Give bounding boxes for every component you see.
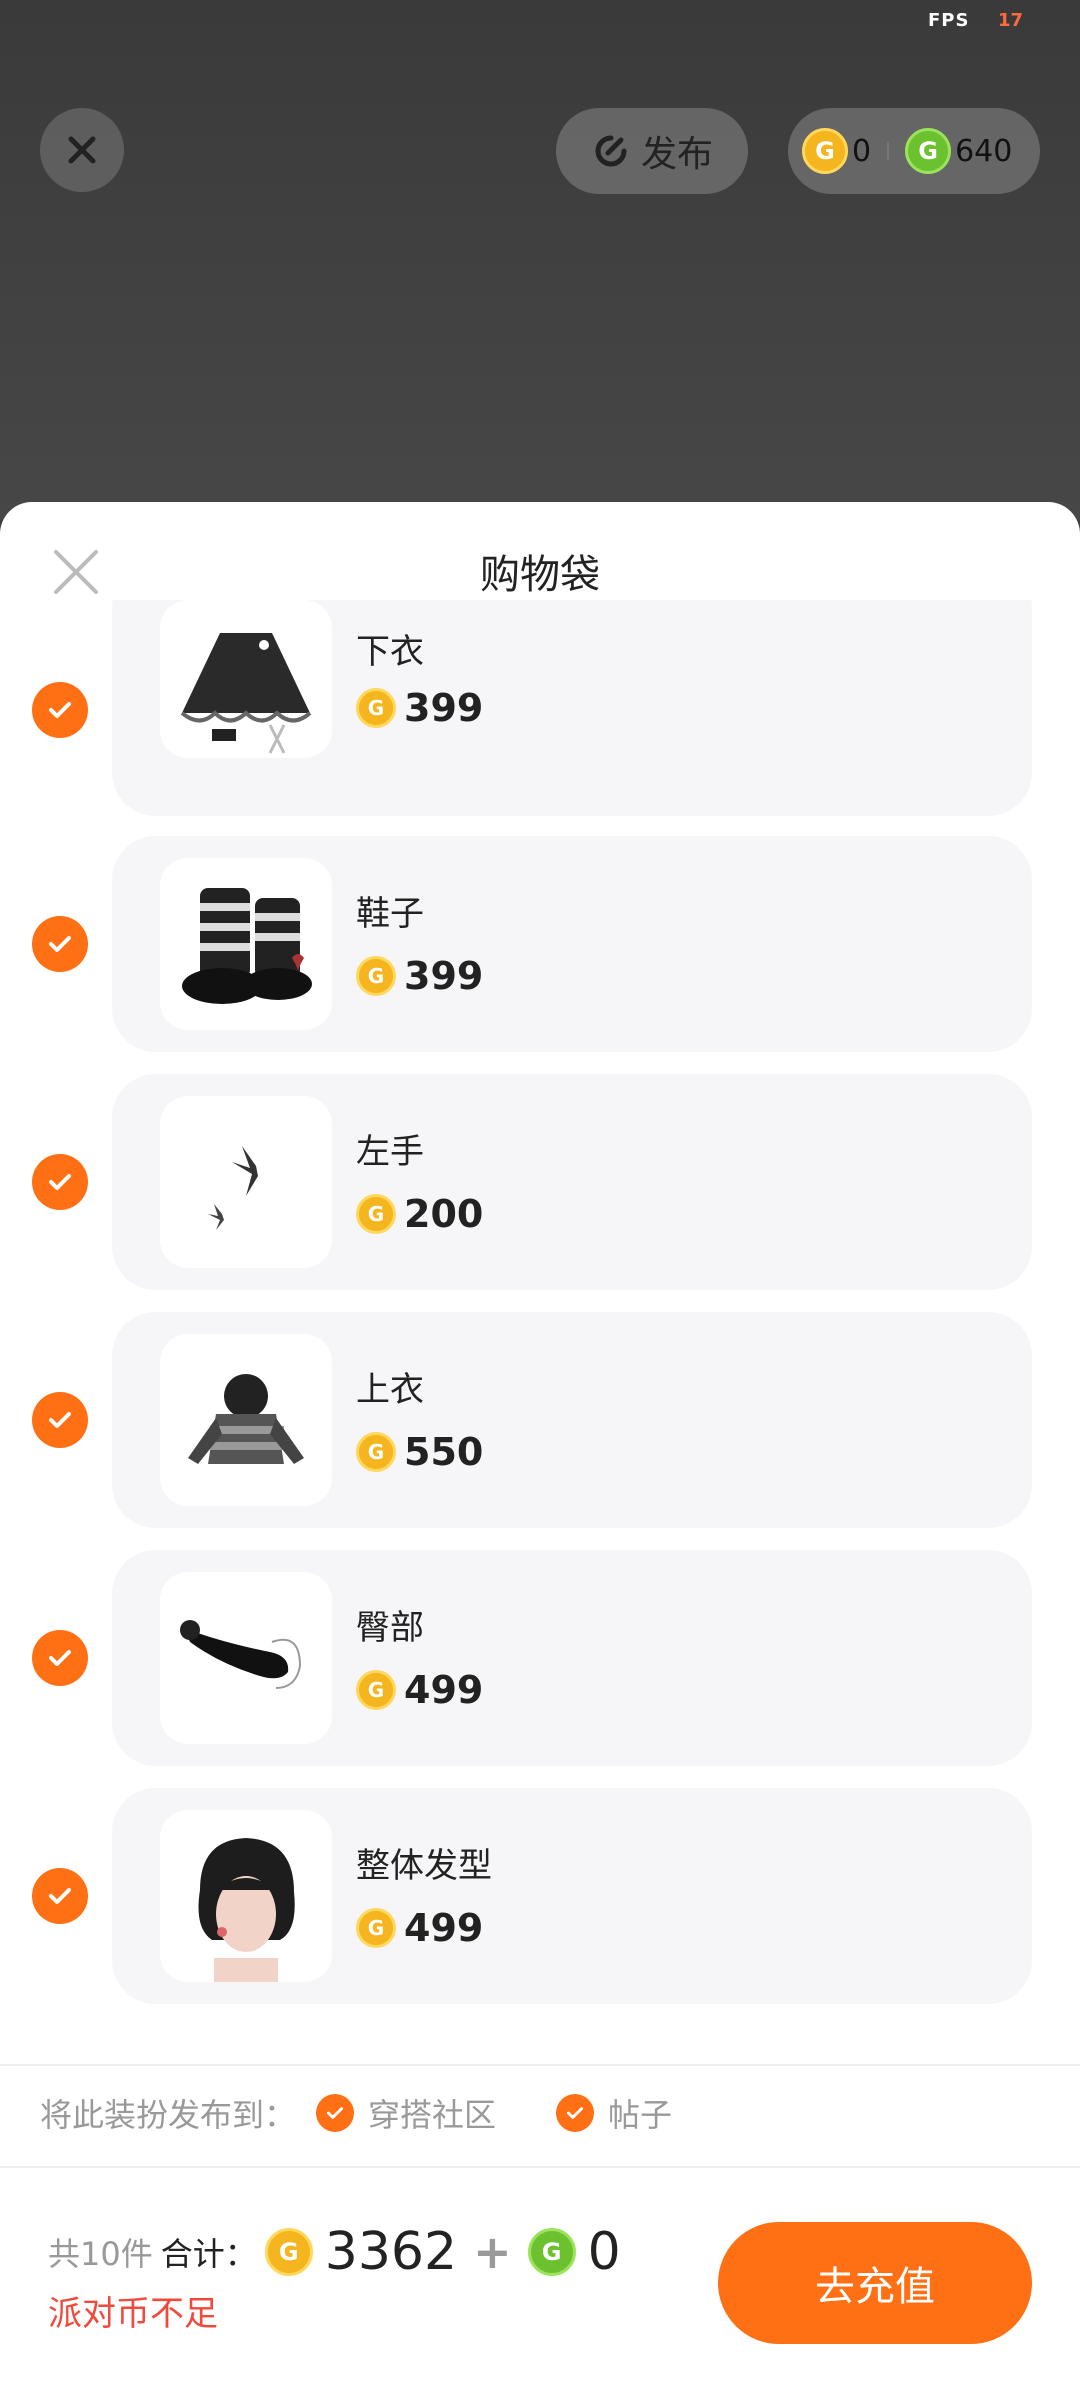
item-thumbnail [160,600,332,758]
item-name: 下衣 [356,632,424,672]
item-name: 鞋子 [356,894,424,934]
item-price: G 399 [356,686,483,730]
option-checkbox[interactable] [556,2094,595,2132]
check-icon [49,936,71,952]
item-price-value: 499 [404,1906,484,1950]
item-checkbox[interactable] [32,1154,88,1210]
item-name: 整体发型 [356,1846,492,1886]
item-price: G 499 [356,1906,483,1950]
item-price: G 550 [356,1430,483,1474]
fps-label: FPS [928,10,970,31]
publish-icon [595,135,627,167]
check-icon [326,2107,344,2119]
item-thumbnail [160,1096,332,1268]
gold-coin-icon: G [356,1670,396,1710]
skirt-image [180,633,312,754]
recharge-button[interactable]: 去充值 [718,2222,1032,2344]
gold-total: 3362 [324,2222,458,2282]
item-checkbox[interactable] [32,916,88,972]
item-price-value: 399 [404,954,484,998]
item-card[interactable]: 臀部 G 499 [112,1550,1032,1766]
green-balance: 640 [955,133,1013,169]
publish-to-row: 将此装扮发布到： 穿搭社区 帖子 [40,2090,672,2136]
item-price: G 499 [356,1668,483,1712]
check-icon [49,1412,71,1428]
wallet-balance[interactable]: G 0 G 640 [788,108,1040,194]
check-icon [49,1650,71,1666]
item-thumbnail [160,1334,332,1506]
gold-coin-icon: G [356,1432,396,1472]
item-card[interactable]: 左手 G 200 [112,1074,1032,1290]
publish-to-label: 将此装扮发布到： [40,2096,297,2134]
cart-item: 上衣 G 550 [0,1312,1080,1528]
wallet-divider [887,142,890,160]
item-name: 臀部 [356,1608,424,1648]
hairstyle-image [198,1838,295,1982]
item-checkbox[interactable] [32,1630,88,1686]
item-count: 共10件 [48,2235,153,2273]
item-price-value: 200 [404,1192,484,1236]
butterflies-image [208,1146,258,1230]
sheet-title: 购物袋 [480,552,600,598]
publish-option-community[interactable]: 穿搭社区 [316,2090,496,2136]
gold-coin-icon: G [802,128,848,174]
item-price: G 200 [356,1192,483,1236]
total-label: 合计： [160,2235,257,2273]
cart-item: 臀部 G 499 [0,1550,1080,1766]
gold-coin-icon: G [356,1908,396,1948]
tail-image [180,1620,302,1689]
cart-item: 整体发型 G 499 [0,1788,1080,2004]
item-price-value: 399 [404,686,484,730]
gold-coin-icon: G [264,2228,313,2276]
option-checkbox[interactable] [316,2094,355,2132]
item-card[interactable]: 整体发型 G 499 [112,1788,1032,2004]
boots-image [182,888,312,1004]
avatar-preview-background [0,0,1080,520]
cart-item: 鞋子 G 399 [0,836,1080,1052]
close-button[interactable] [40,108,124,192]
item-price-value: 499 [404,1668,484,1712]
green-coin-icon: G [527,2228,576,2276]
gold-coin-icon: G [356,688,396,728]
green-coin-icon: G [905,128,952,174]
close-icon [68,136,96,164]
item-name: 上衣 [356,1370,424,1410]
item-name: 左手 [356,1132,424,1172]
plus-sign: + [473,2225,512,2279]
check-icon [49,1888,71,1904]
insufficient-coins-warning: 派对币不足 [48,2294,218,2334]
item-checkbox[interactable] [32,1392,88,1448]
gold-balance: 0 [852,133,872,169]
item-price-value: 550 [404,1430,484,1474]
check-icon [566,2107,584,2119]
checkout-summary: 共10件 合计： G 3362 + G 0 派对币不足 [48,2222,621,2335]
gold-coin-icon: G [356,1194,396,1234]
cart-item: 下衣 G 399 [0,600,1080,816]
publish-label: 发布 [640,134,713,175]
publish-button[interactable]: 发布 [556,108,748,194]
item-card[interactable]: 鞋子 G 399 [112,836,1032,1052]
cart-item: 左手 G 200 [0,1074,1080,1290]
divider [0,2064,1080,2066]
item-price: G 399 [356,954,483,998]
option-label: 帖子 [608,2096,673,2134]
green-total: 0 [587,2222,621,2282]
divider [0,2166,1080,2168]
item-checkbox[interactable] [32,682,88,738]
item-thumbnail [160,1572,332,1744]
hoodie-image [188,1374,304,1464]
gold-coin-icon: G [356,956,396,996]
publish-option-post[interactable]: 帖子 [556,2090,672,2136]
fps-value: 17 [998,10,1024,31]
item-thumbnail [160,1810,332,1982]
item-card[interactable]: 上衣 G 550 [112,1312,1032,1528]
item-thumbnail [160,858,332,1030]
item-card[interactable]: 下衣 G 399 [112,600,1032,816]
item-checkbox[interactable] [32,1868,88,1924]
check-icon [49,1174,71,1190]
check-icon [49,702,71,718]
option-label: 穿搭社区 [368,2096,497,2134]
